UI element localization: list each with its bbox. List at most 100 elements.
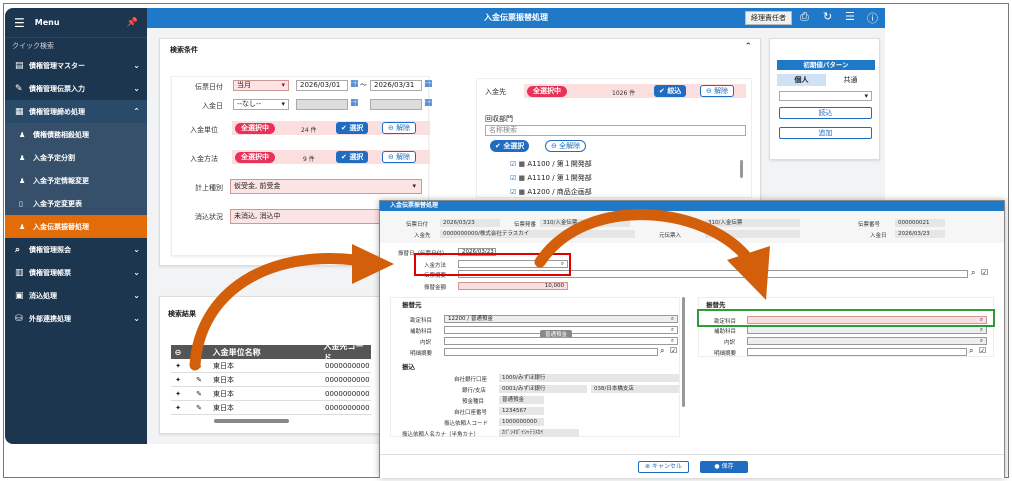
- sidebar-item-external[interactable]: ⛁ 外部連携処理 ⌄: [5, 307, 147, 330]
- search-icon[interactable]: ⌕: [980, 338, 983, 344]
- calendar-icon[interactable]: ▦: [424, 79, 433, 89]
- sidebar-item-master[interactable]: ▤ 債権管理マスター ⌄: [5, 54, 147, 77]
- nyukin-from-input[interactable]: [296, 99, 348, 110]
- from-uchiwake-input[interactable]: ⌕: [444, 337, 678, 345]
- toggle-icon[interactable]: ⊖: [171, 348, 185, 357]
- to-uchiwake-input[interactable]: ⌕: [747, 337, 987, 345]
- nyukin-to-input[interactable]: [370, 99, 422, 110]
- pencil-icon[interactable]: ✎: [185, 404, 213, 412]
- tab-shared[interactable]: 共通: [826, 74, 875, 86]
- to-meisai-input[interactable]: [747, 348, 967, 356]
- edit-check-icon[interactable]: ☑: [670, 346, 677, 355]
- sidebar-subitem-offset[interactable]: ♟ 債権債務相殺処理: [5, 123, 147, 146]
- horizontal-scrollbar[interactable]: [214, 419, 289, 423]
- col-header[interactable]: 入金単位名称: [213, 347, 324, 358]
- date-from-input[interactable]: 2026/03/01: [296, 80, 348, 91]
- scrollbar[interactable]: [682, 297, 685, 407]
- search-icon[interactable]: ⌕: [671, 327, 674, 333]
- sidebar-subitem-change-list[interactable]: ▯ 入金予定変更表: [5, 192, 147, 215]
- dialog-title: 入金伝票振替処理: [380, 201, 1004, 211]
- dept-select-all-button[interactable]: ✔ 全選択: [490, 140, 530, 152]
- checkbox-checked-icon: ☑: [510, 188, 517, 196]
- calendar-icon[interactable]: ▦: [424, 98, 433, 108]
- calendar-icon[interactable]: ▦: [350, 98, 359, 108]
- highlight-box-red: [414, 253, 571, 276]
- cancel-button[interactable]: ⊗ キャンセル: [638, 461, 689, 473]
- chevron-up-icon[interactable]: ⌃: [744, 42, 752, 52]
- sidebar-item-report[interactable]: ▥ 債権管理帳票 ⌄: [5, 261, 147, 284]
- method-select-button[interactable]: ✔ 選択: [336, 151, 369, 163]
- search-icon[interactable]: ⌕: [671, 338, 674, 344]
- tab-personal[interactable]: 個人: [777, 74, 826, 86]
- search-doc-icon[interactable]: ⌕: [971, 268, 975, 278]
- sidebar-item-input[interactable]: ✎ 債権管理伝票入力 ⌄: [5, 77, 147, 100]
- pin-icon[interactable]: ✦: [171, 376, 185, 384]
- print-icon[interactable]: ⎙: [800, 10, 809, 24]
- sidebar-subitem-change[interactable]: ♟ 入金予定情報変更: [5, 169, 147, 192]
- col-header[interactable]: 入金先コード: [323, 341, 371, 363]
- date-select[interactable]: 当月 ▾: [233, 80, 289, 91]
- date-to-input[interactable]: 2026/03/31: [370, 80, 422, 91]
- search-icon[interactable]: ⌕: [980, 327, 983, 333]
- payee-narrow-button[interactable]: ✔ 絞込: [654, 85, 687, 97]
- to-hojo-input[interactable]: ⌕: [747, 326, 987, 334]
- pin-icon[interactable]: ✦: [171, 390, 185, 398]
- sidebar-item-closing[interactable]: ▦ 債権管理締め処理 ⌃: [5, 100, 147, 123]
- edit-check-icon[interactable]: ☑: [979, 346, 986, 355]
- calendar-icon[interactable]: ▦: [350, 79, 359, 89]
- refresh-icon[interactable]: ↻: [823, 10, 832, 23]
- scrollbar[interactable]: [740, 160, 743, 178]
- sidebar-subitem-split[interactable]: ♟ 入金予定分割: [5, 146, 147, 169]
- edit-check-icon[interactable]: ☑: [981, 268, 988, 277]
- dept-item[interactable]: ☑ ■ A1100 / 第１開発部: [510, 157, 592, 171]
- quick-search[interactable]: クイック検索: [5, 38, 147, 54]
- table-row[interactable]: ✦ ✎ 東日本 0000000000: [171, 359, 371, 373]
- pin-icon[interactable]: 📌: [127, 18, 138, 28]
- sidebar-item-inquiry[interactable]: ⌕ 債権管理照会 ⌄: [5, 238, 147, 261]
- method-clear-button[interactable]: ⊖ 解除: [382, 151, 417, 163]
- sidebar-subitem-transfer[interactable]: ♟ 入金伝票振替処理: [5, 215, 147, 238]
- table-row[interactable]: ✦ ✎ 東日本 0000000000: [171, 387, 371, 401]
- from-meisai-input[interactable]: [444, 348, 658, 356]
- cell: 0000000000: [325, 403, 370, 412]
- search-icon[interactable]: ⌕: [671, 316, 674, 322]
- person-icon: ♟: [19, 153, 26, 162]
- pattern-read-button[interactable]: 読込: [779, 107, 872, 119]
- unit-clear-button[interactable]: ⊖ 解除: [382, 122, 417, 134]
- search-doc-icon[interactable]: ⌕: [660, 346, 664, 356]
- dept-search-input[interactable]: 名称検索: [485, 125, 746, 136]
- pin-icon[interactable]: ✦: [171, 404, 185, 412]
- label: 入金日: [870, 233, 887, 239]
- pencil-icon[interactable]: ✎: [185, 390, 213, 398]
- amount-input[interactable]: 10,000: [458, 282, 568, 290]
- folder-icon: ■: [518, 174, 526, 182]
- dept-clear-all-button[interactable]: ⊖ 全解除: [545, 140, 587, 152]
- save-button[interactable]: ● 保存: [700, 461, 748, 473]
- dept-item[interactable]: ☑ ■ A1200 / 商品企画部: [510, 185, 592, 199]
- dept-list: ☑ ■ A1100 / 第１開発部 ☑ ■ A1110 / 第１開発部 ☑ ■ …: [510, 157, 592, 199]
- table-row[interactable]: ✦ ✎ 東日本 0000000000: [171, 401, 371, 415]
- hamburger-icon[interactable]: ☰: [14, 16, 25, 30]
- pattern-select[interactable]: ▾: [779, 91, 872, 101]
- nyukin-date-select[interactable]: --なし-- ▾: [233, 99, 289, 110]
- keijo-select[interactable]: 仮受金, 前受金 ▾: [230, 179, 422, 194]
- dept-item-label: A1110 / 第１開発部: [527, 174, 592, 182]
- calendar-check-icon: ▣: [15, 290, 24, 301]
- pin-icon[interactable]: ✦: [171, 362, 185, 370]
- user-role-button[interactable]: 経理責任者: [745, 11, 792, 25]
- unit-select-button[interactable]: ✔ 選択: [336, 122, 369, 134]
- search-doc-icon[interactable]: ⌕: [969, 346, 973, 356]
- nyukin-select-value: --なし--: [237, 100, 262, 108]
- dept-item[interactable]: ☑ ■ A1110 / 第１開発部: [510, 171, 592, 185]
- pencil-icon[interactable]: ✎: [185, 376, 213, 384]
- payee-clear-button[interactable]: ⊖ 解除: [700, 85, 735, 97]
- sidebar-item-clearing[interactable]: ▣ 消込処理 ⌄: [5, 284, 147, 307]
- info-icon[interactable]: ⓘ: [867, 10, 878, 26]
- sidebar-subitem-label: 入金予定情報変更: [33, 176, 89, 185]
- table-row[interactable]: ✦ ✎ 東日本 0000000000: [171, 373, 371, 387]
- pattern-add-button[interactable]: 追加: [779, 127, 872, 139]
- pencil-icon[interactable]: ✎: [185, 362, 213, 370]
- from-kamoku-input[interactable]: 12200 / 普通預金 ⌕: [444, 315, 678, 323]
- chevron-down-icon: ⌄: [133, 291, 140, 300]
- list-icon[interactable]: ☰: [845, 10, 855, 23]
